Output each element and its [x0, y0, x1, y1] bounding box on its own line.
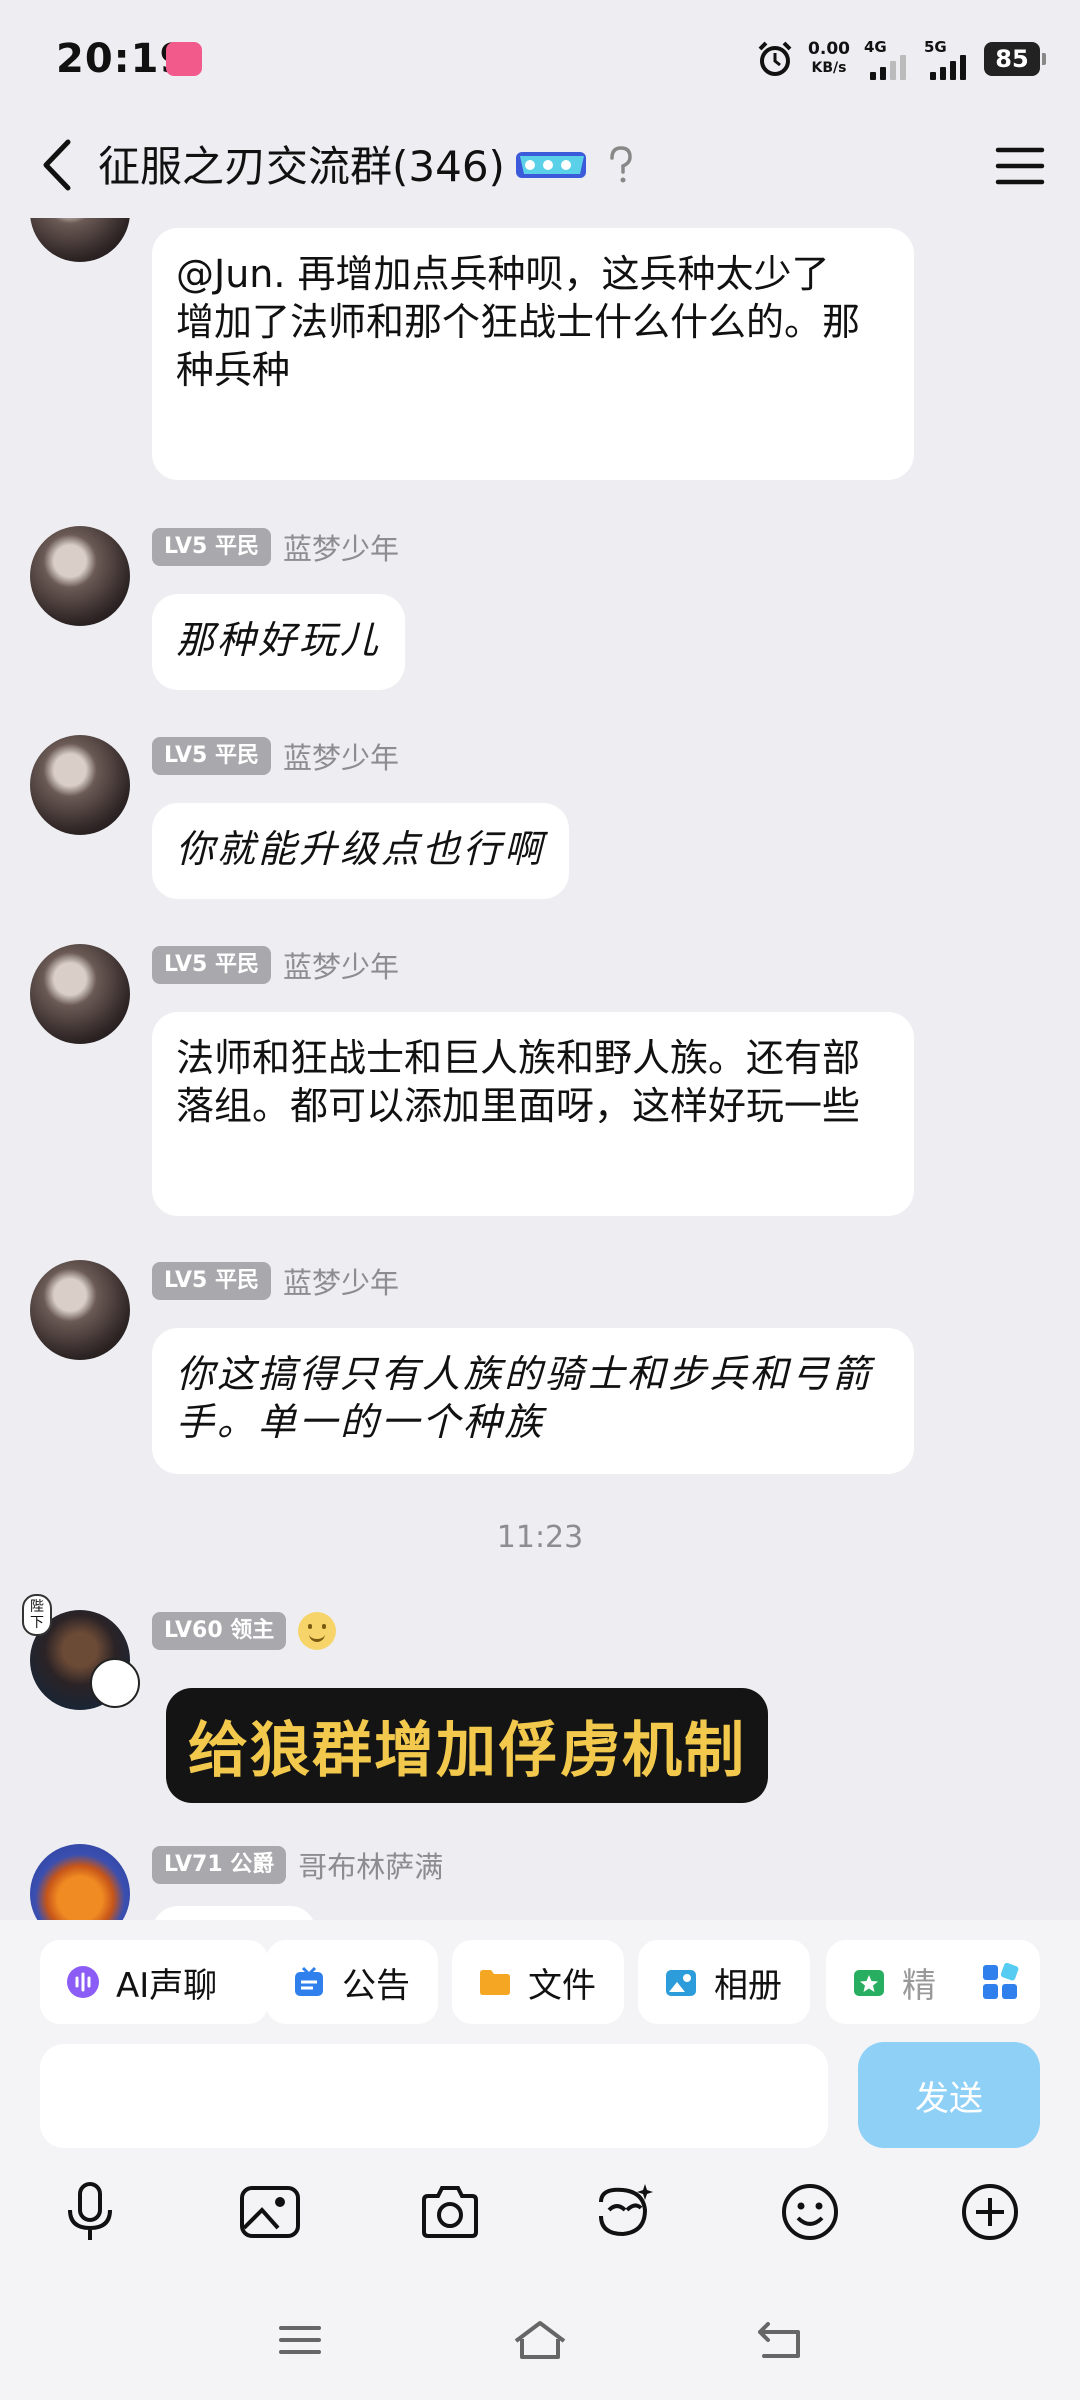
time-divider: 11:23	[496, 1520, 584, 1555]
alarm-icon	[758, 41, 792, 76]
sticker-icon[interactable]	[586, 2172, 666, 2252]
message-bubble[interactable]	[152, 1906, 316, 1920]
sender-name[interactable]: 蓝梦少年	[283, 735, 399, 777]
sim2-label: 5G	[924, 38, 947, 56]
send-button[interactable]: 发送	[858, 2042, 1040, 2148]
level-badge: LV71 公爵	[152, 1846, 287, 1884]
sender-meta: LV60 领主	[152, 1611, 337, 1651]
quick-action-announcement[interactable]: 公告	[266, 1940, 438, 2024]
level-badge: LV60 领主	[152, 1612, 287, 1650]
plus-icon[interactable]	[950, 2172, 1030, 2252]
input-toolbar	[0, 2172, 1080, 2252]
announcement-icon	[290, 1963, 328, 2001]
quick-action-label: 相册	[714, 1965, 782, 2006]
group-badge-icon	[516, 152, 586, 178]
quick-action-label: AI声聊	[116, 1965, 218, 2006]
battery-indicator: 85	[984, 42, 1046, 76]
message-bubble[interactable]: 法师和狂战士和巨人族和野人族。还有部落组。都可以添加里面呀，这样好玩一些	[152, 1012, 914, 1216]
network-speed-unit: KB/s	[811, 60, 847, 76]
level-badge: LV5 平民	[152, 946, 271, 984]
quick-action-label: 公告	[342, 1965, 410, 2006]
message-input[interactable]	[40, 2044, 828, 2148]
emoji-icon[interactable]	[770, 2172, 850, 2252]
menu-button[interactable]	[990, 136, 1050, 196]
camera-icon[interactable]	[410, 2172, 490, 2252]
message-bubble[interactable]: 你就能升级点也行啊	[152, 803, 570, 899]
hamburger-menu-icon	[995, 147, 1045, 185]
status-indicators: 0.00 KB/s 4G 5G 85	[756, 34, 1046, 84]
sender-meta: LV5 平民 蓝梦少年	[152, 736, 399, 776]
sender-name[interactable]: 蓝梦少年	[283, 944, 399, 986]
network-speed-value: 0.00	[808, 39, 850, 59]
sender-meta: LV5 平民 蓝梦少年	[152, 527, 399, 567]
group-title[interactable]: 征服之刃交流群(346)	[98, 132, 505, 202]
sim1-label: 4G	[864, 38, 887, 56]
avatar[interactable]	[30, 944, 130, 1044]
sender-meta: LV71 公爵 哥布林萨满	[152, 1845, 443, 1885]
level-badge: LV5 平民	[152, 528, 271, 566]
network-speed: 0.00 KB/s	[808, 40, 850, 78]
avatar[interactable]	[30, 1844, 130, 1920]
level-badge: LV5 平民	[152, 1262, 271, 1300]
home-icon[interactable]	[500, 2300, 580, 2380]
sender-name[interactable]: 蓝梦少年	[283, 1260, 399, 1302]
chevron-left-icon	[43, 139, 71, 191]
recents-icon[interactable]	[260, 2300, 340, 2380]
sim2-signal-icon: 5G	[924, 38, 970, 80]
message-bubble[interactable]: @Jun. 再增加点兵种呗，这兵种太少了 增加了法师和那个狂战士什么什么的。那种…	[152, 228, 914, 480]
apps-grid-icon	[983, 1962, 1019, 1999]
level-badge: LV5 平民	[152, 737, 271, 775]
quick-action-ai-voice[interactable]: AI声聊	[40, 1940, 268, 2024]
back-button[interactable]	[30, 130, 90, 200]
message-bubble[interactable]: 你这搞得只有人族的骑士和步兵和弓箭手。单一的一个种族	[152, 1328, 914, 1474]
message-bubble[interactable]: 那种好玩儿	[152, 594, 406, 690]
album-icon	[662, 1963, 700, 2001]
featured-icon	[850, 1963, 888, 2001]
back-icon[interactable]	[740, 2300, 820, 2380]
sender-name[interactable]: 哥布林萨满	[298, 1844, 443, 1886]
avatar[interactable]	[30, 218, 130, 262]
quick-action-files[interactable]: 文件	[452, 1940, 624, 2024]
sender-name[interactable]: 蓝梦少年	[283, 526, 399, 568]
avatar[interactable]	[30, 1260, 130, 1360]
bilibili-notification-icon	[166, 42, 202, 76]
quick-action-album[interactable]: 相册	[638, 1940, 810, 2024]
folder-icon	[476, 1963, 514, 2001]
microphone-icon[interactable]	[50, 2172, 130, 2252]
chat-header: 征服之刃交流群(346)	[0, 118, 1080, 218]
avatar[interactable]	[30, 526, 130, 626]
quick-action-label: 精	[902, 1965, 936, 2006]
status-bar: 20:19 0.00 KB/s 4G 5G 85	[0, 0, 1080, 118]
guard-badge: 陛下	[22, 1594, 52, 1636]
pet-cat-icon	[90, 1658, 140, 1708]
input-panel: AI声聊 公告 文件 相册 精 发送	[0, 1920, 1080, 2400]
chat-message-list[interactable]: @Jun. 再增加点兵种呗，这兵种太少了 增加了法师和那个狂战士什么什么的。那种…	[0, 218, 1080, 1920]
system-navigation-bar	[0, 2300, 1080, 2380]
text-sticker-message[interactable]: 给狼群增加俘虏机制	[166, 1688, 768, 1803]
ai-voice-icon	[64, 1963, 102, 2001]
more-apps-button[interactable]	[960, 1940, 1040, 2024]
quick-actions: AI声聊 公告 文件 相册 精	[40, 1940, 1040, 2026]
help-icon[interactable]	[600, 140, 640, 190]
sender-meta: LV5 平民 蓝梦少年	[152, 945, 399, 985]
quick-action-label: 文件	[528, 1965, 596, 2006]
emoji-status-icon	[298, 1612, 337, 1650]
image-icon[interactable]	[230, 2172, 310, 2252]
avatar[interactable]	[30, 735, 130, 835]
sender-meta: LV5 平民 蓝梦少年	[152, 1261, 399, 1301]
sim1-signal-icon: 4G	[864, 38, 910, 80]
